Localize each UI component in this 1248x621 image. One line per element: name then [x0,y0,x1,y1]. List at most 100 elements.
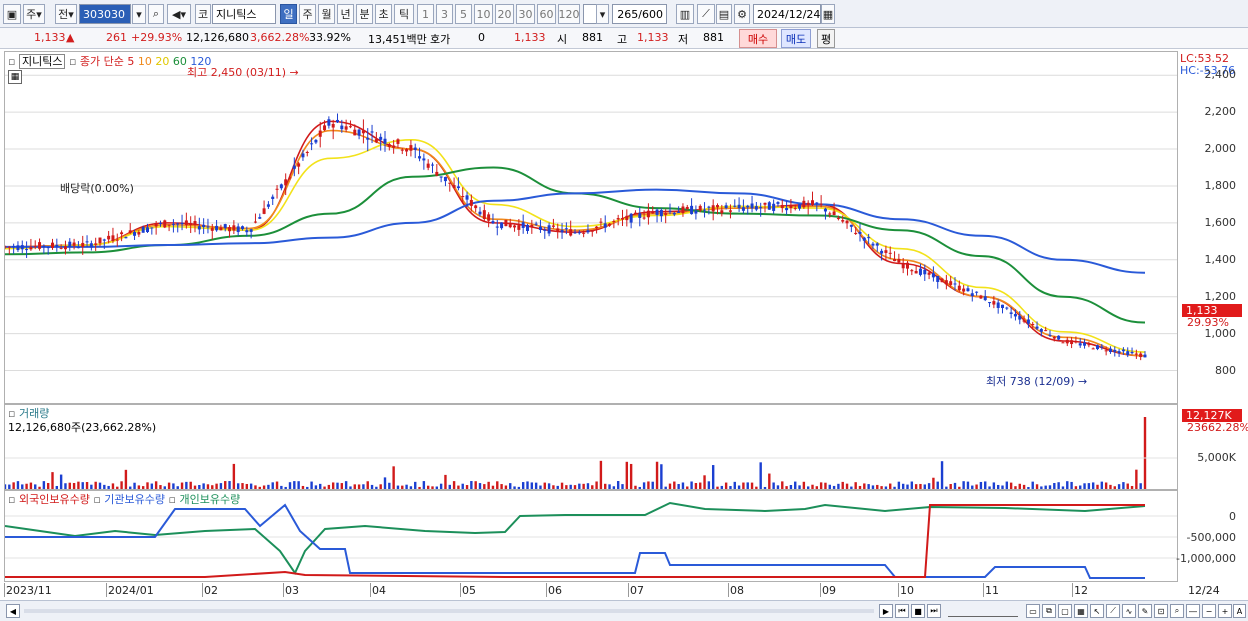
candle-body[interactable] [81,242,85,247]
volume-bar[interactable] [314,485,318,489]
candle-body[interactable] [327,119,331,126]
volume-bar[interactable] [245,483,249,489]
candle-body[interactable] [128,230,132,233]
interval-30[interactable]: 30 [516,4,535,24]
candle-body[interactable] [944,280,948,285]
volume-bar[interactable] [267,484,270,489]
candle-body[interactable] [33,245,37,247]
candle-body[interactable] [1113,349,1117,352]
volume-bar[interactable] [77,481,80,489]
candle-body[interactable] [621,218,624,220]
volume-bar[interactable] [876,484,879,489]
candle-body[interactable] [983,296,987,301]
volume-bar[interactable] [1079,485,1082,489]
volume-bar[interactable] [496,481,499,489]
volume-bar[interactable] [742,482,745,489]
candle-body[interactable] [482,210,486,220]
candle-body[interactable] [526,224,529,231]
candle-body[interactable] [25,249,29,251]
volume-bar[interactable] [64,483,67,489]
search-icon[interactable]: ⌕ [148,4,164,24]
candle-body[interactable] [836,217,840,220]
candle-body[interactable] [1100,346,1104,348]
volume-bar[interactable] [435,486,439,489]
volume-bar[interactable] [150,483,154,489]
candle-body[interactable] [314,139,318,143]
candle-body[interactable] [288,177,292,179]
volume-bar[interactable] [901,483,905,489]
legend-stock-name[interactable]: 지니틱스 [18,54,66,69]
candle-body[interactable] [1001,304,1004,309]
candle-body[interactable] [880,250,884,254]
candle-body[interactable] [724,205,728,209]
volume-bar[interactable] [625,461,629,489]
volume-bar[interactable] [863,483,866,489]
interval-dropdown-icon[interactable]: ▾ [596,4,609,24]
candle-body[interactable] [772,203,776,211]
volume-bar[interactable] [785,486,788,489]
save-icon[interactable]: ▤ [716,4,732,24]
line-draw-icon[interactable]: ⟋ [697,4,715,24]
volume-bar[interactable] [21,484,24,489]
volume-bar[interactable] [664,486,667,489]
volume-bar[interactable] [992,482,996,489]
candle-body[interactable] [474,205,478,209]
volume-bar[interactable] [949,484,952,489]
candle-body[interactable] [716,205,719,208]
volume-bar[interactable] [591,485,594,489]
volume-bar[interactable] [660,464,663,489]
line-icon[interactable]: ― [1186,604,1200,618]
candle-body[interactable] [1074,341,1078,343]
candle-body[interactable] [102,239,106,241]
interval-1[interactable]: 1 [417,4,434,24]
volume-bar[interactable] [202,483,205,489]
tab-week[interactable]: 주 [299,4,316,24]
volume-bar[interactable] [578,483,581,489]
volume-bar[interactable] [310,481,313,489]
candle-body[interactable] [595,226,599,229]
candle-body[interactable] [340,125,344,130]
volume-bar[interactable] [889,483,892,489]
volume-bar[interactable] [906,484,909,489]
candle-body[interactable] [228,227,232,232]
volume-bar[interactable] [172,483,175,489]
volume-bar[interactable] [1057,482,1060,489]
candle-body[interactable] [754,206,758,210]
candle-body[interactable] [124,237,128,239]
volume-bar[interactable] [975,484,978,489]
volume-bar[interactable] [565,485,568,489]
volume-bar[interactable] [893,486,896,489]
candle-body[interactable] [353,129,357,136]
candle-body[interactable] [936,276,940,282]
volume-bar[interactable] [137,485,141,489]
candle-body[interactable] [344,126,348,130]
volume-bar[interactable] [746,482,749,489]
volume-bar[interactable] [375,486,378,489]
candle-body[interactable] [495,226,499,228]
candle-body[interactable] [193,221,197,225]
volume-bar[interactable] [262,485,266,489]
volume-bar[interactable] [34,484,37,489]
volume-bar[interactable] [919,483,922,489]
volume-bar[interactable] [1070,481,1073,489]
volume-bar[interactable] [306,486,309,489]
candle-body[interactable] [461,196,465,198]
candle-body[interactable] [318,130,322,137]
volume-bar[interactable] [923,484,926,489]
candle-body[interactable] [849,224,853,227]
legend-ma10[interactable]: 10 [138,55,152,68]
candle-body[interactable] [370,131,374,133]
scroll-left-icon[interactable]: ◀ [6,604,20,618]
candle-body[interactable] [418,156,422,159]
candle-body[interactable] [275,188,279,190]
volume-bar[interactable] [914,484,918,489]
legend-ma-label[interactable]: 종가 단순 [80,55,124,68]
volume-bar[interactable] [932,477,935,489]
candle-body[interactable] [802,200,806,208]
volume-bar[interactable] [68,482,71,489]
volume-bar[interactable] [716,486,719,489]
candle-body[interactable] [746,205,750,208]
volume-bar[interactable] [59,474,63,489]
candle-body[interactable] [785,207,789,211]
individual-line[interactable] [5,501,1146,576]
